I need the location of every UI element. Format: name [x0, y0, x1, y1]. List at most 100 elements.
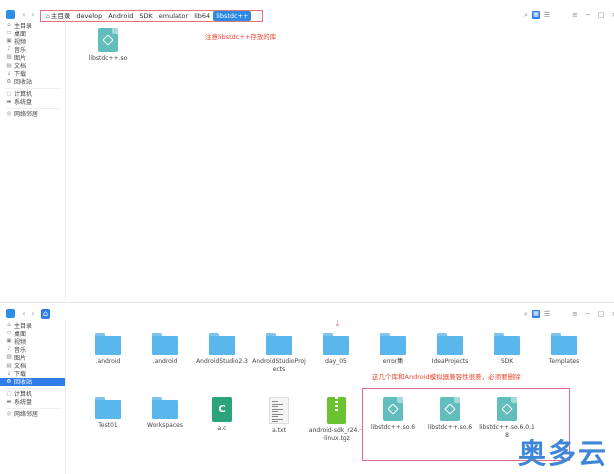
file-item[interactable]: Test01	[80, 397, 136, 430]
folder-icon	[266, 333, 292, 355]
folder-icon	[152, 333, 178, 355]
back-button[interactable]: ‹	[20, 309, 28, 319]
sidebar-item-label: 网络邻居	[14, 411, 39, 419]
view-tools: ⌕ ▦ ☰	[524, 10, 550, 20]
file-item[interactable]: .android	[137, 333, 193, 366]
breadcrumb-item[interactable]: develop	[73, 11, 105, 21]
breadcrumb-label: 主目录	[50, 11, 71, 20]
breadcrumb-label: develop	[76, 12, 103, 20]
sidebar-item[interactable]: ♪ 音乐	[0, 345, 65, 354]
folder-icon	[95, 333, 121, 355]
home-location-button[interactable]: ⌂	[41, 309, 50, 319]
sidebar-item-label: 系统盘	[14, 99, 33, 107]
file-label: a.c	[217, 425, 227, 432]
computer-icon: ▢	[6, 390, 12, 397]
breadcrumb-item[interactable]: Android	[105, 11, 136, 21]
sidebar-item[interactable]: ⌂ 主目录	[0, 321, 65, 330]
music-icon: ♪	[7, 346, 11, 353]
search-icon[interactable]: ⌕	[524, 309, 528, 319]
sidebar-item[interactable]: ▨ 图片	[0, 353, 65, 362]
sidebar-item-label: 网络邻居	[14, 111, 39, 119]
sidebar-item[interactable]: ▭ 桌面	[0, 29, 65, 38]
download-icon: ↓	[6, 370, 12, 377]
file-item[interactable]: Ca.c	[194, 397, 250, 433]
list-view-icon[interactable]: ☰	[544, 10, 550, 20]
sidebar-item[interactable]: ♻ 回收站	[0, 78, 65, 87]
sidebar-item[interactable]: ↓ 下载	[0, 370, 65, 379]
window-controls: ≡ − □ ×	[572, 10, 614, 20]
search-icon[interactable]: ⌕	[524, 10, 528, 20]
sidebar-item[interactable]: ▢ 计算机	[0, 90, 65, 99]
file-manager-window-top: ‹ › ⌂主目录 develop Android SDK emulator lib64 li…	[0, 0, 614, 300]
trash-icon: ♻	[6, 78, 12, 85]
drop-arrow-icon: ⇣	[334, 319, 341, 328]
file-label: .android	[152, 358, 178, 365]
home-icon: ⌂	[46, 12, 50, 20]
forward-button[interactable]: ›	[29, 10, 37, 20]
file-item[interactable]: libstdc++.so	[80, 28, 136, 63]
minimize-button[interactable]: −	[585, 309, 591, 319]
folder-icon	[551, 333, 577, 355]
file-item[interactable]: .android	[80, 333, 136, 366]
file-item[interactable]: day_05	[308, 333, 364, 366]
breadcrumb-item[interactable]: SDK	[136, 11, 155, 21]
folder-icon	[152, 397, 178, 419]
sidebar-item[interactable]: ▢ 计算机	[0, 390, 65, 399]
sidebar-item[interactable]: ♻ 回收站	[0, 377, 65, 386]
breadcrumb-label: SDK	[139, 12, 153, 20]
file-item[interactable]: error集	[365, 333, 421, 366]
breadcrumb-item[interactable]: emulator	[156, 11, 191, 21]
forward-button[interactable]: ›	[29, 309, 37, 319]
sidebar-item[interactable]: ⌂ 主目录	[0, 21, 65, 30]
file-item[interactable]: AndroidStudioProjects	[251, 333, 307, 374]
sidebar-item[interactable]: ▤ 文档	[0, 361, 65, 371]
sidebar-item[interactable]: ▬ 系统盘	[0, 398, 65, 407]
file-label: error集	[382, 358, 404, 365]
file-item[interactable]: SDK	[479, 333, 535, 366]
file-item[interactable]: a.txt	[251, 397, 307, 435]
breadcrumb-item[interactable]: lib64	[191, 11, 213, 21]
sidebar-item-label: 系统盘	[14, 399, 33, 407]
trash-icon: ♻	[6, 378, 12, 385]
watermark-logo: 奥多云	[517, 437, 608, 470]
c-source-icon: C	[212, 397, 232, 422]
sidebar-item[interactable]: ▭ 桌面	[0, 329, 65, 338]
file-label: SDK	[500, 358, 514, 365]
minimize-button[interactable]: −	[585, 10, 591, 20]
text-file-icon	[269, 397, 289, 424]
menu-icon[interactable]: ≡	[572, 10, 578, 20]
file-item[interactable]: Templates	[536, 333, 592, 366]
file-label: IdeaProjects	[431, 358, 469, 365]
sidebar-item[interactable]: ↓ 下载	[0, 70, 65, 79]
back-button[interactable]: ‹	[20, 10, 28, 20]
download-icon: ↓	[6, 70, 12, 77]
file-item[interactable]: Workspaces	[137, 397, 193, 430]
file-item[interactable]: AndroidStudio2.3	[194, 333, 250, 366]
sidebar-item[interactable]: ▨ 图片	[0, 53, 65, 62]
document-icon: ▤	[6, 362, 12, 369]
breadcrumb: ⌂主目录 develop Android SDK emulator lib64 libstd…	[40, 10, 263, 22]
music-icon: ♪	[7, 46, 11, 53]
sidebar-item[interactable]: ▣ 视频	[0, 337, 65, 346]
maximize-button[interactable]: □	[598, 309, 605, 319]
sidebar-item[interactable]: ▤ 文档	[0, 61, 65, 71]
sidebar-item[interactable]: ◎ 网络邻居	[0, 410, 65, 419]
window-controls: ≡ − □ ×	[572, 309, 614, 319]
sidebar-item[interactable]: ♪ 音乐	[0, 45, 65, 54]
file-item[interactable]: android-sdk_r24.···linux.tgz	[308, 397, 364, 443]
file-label: day_05	[325, 358, 347, 365]
sidebar-item[interactable]: ◎ 网络邻居	[0, 110, 65, 119]
grid-view-icon[interactable]: ▦	[531, 11, 540, 19]
file-label: AndroidStudio2.3	[196, 358, 248, 365]
grid-view-icon[interactable]: ▦	[531, 310, 540, 318]
sidebar-item[interactable]: ▣ 视频	[0, 37, 65, 46]
picture-icon: ▨	[6, 54, 12, 61]
list-view-icon[interactable]: ☰	[544, 309, 550, 319]
maximize-button[interactable]: □	[598, 10, 605, 20]
network-icon: ◎	[6, 110, 12, 117]
sidebar-item[interactable]: ▬ 系统盘	[0, 98, 65, 107]
breadcrumb-item[interactable]: libstdc++	[213, 11, 252, 21]
file-item[interactable]: IdeaProjects	[422, 333, 478, 366]
menu-icon[interactable]: ≡	[572, 309, 578, 319]
file-label: AndroidStudioProjects	[252, 358, 306, 373]
